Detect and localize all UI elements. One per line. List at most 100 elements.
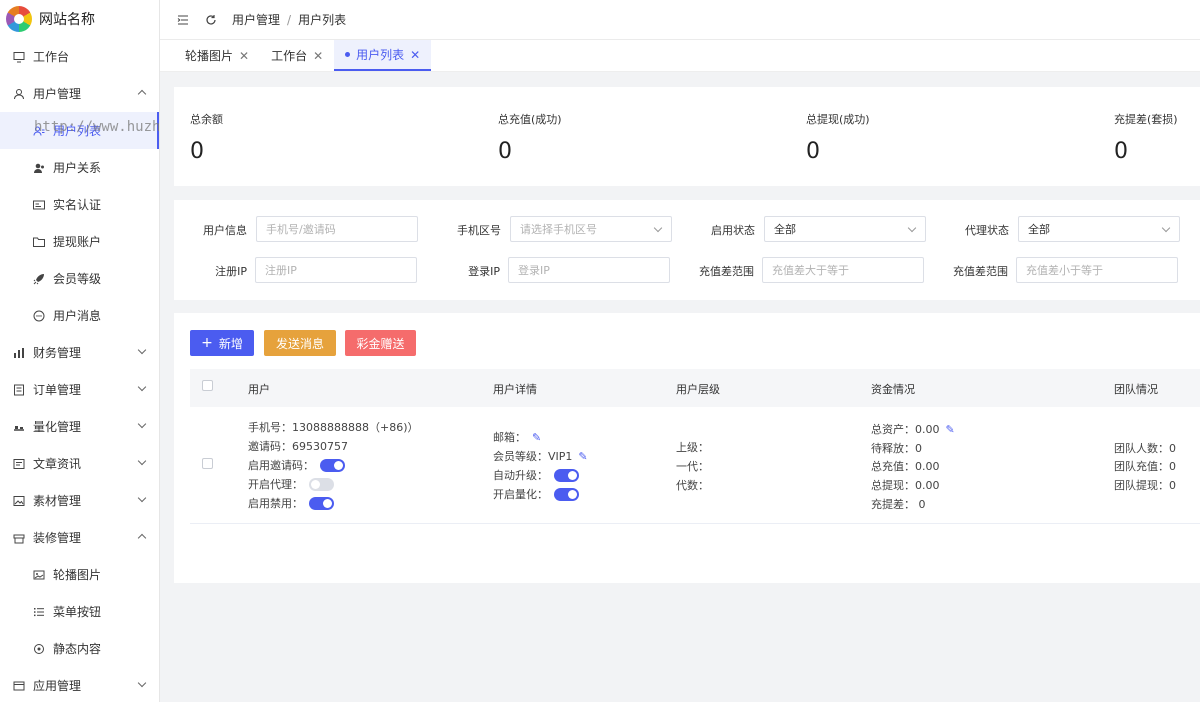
- team-recharge: 团队充值：0: [1114, 460, 1176, 473]
- login-ip-input[interactable]: [508, 257, 670, 283]
- stats-card: 总余额 0 总充值(成功) 0 总提现(成功) 0 充提差(套损) 0: [174, 87, 1200, 186]
- stat-value: 0: [806, 139, 820, 164]
- generation-count: 代数：: [676, 479, 709, 492]
- add-button[interactable]: + 新增: [190, 330, 254, 356]
- folder-icon: [32, 235, 46, 249]
- chevron-up-icon: [137, 89, 147, 99]
- sidebar-item-member-level[interactable]: 会员等级: [0, 260, 159, 297]
- gift-bonus-button[interactable]: 彩金赠送: [345, 330, 416, 356]
- sidebar-item-label: 工作台: [33, 50, 70, 64]
- invite-code-toggle-row: 启用邀请码：: [248, 457, 345, 473]
- sidebar-item-carousel[interactable]: 轮播图片: [0, 556, 159, 593]
- diff-max-input[interactable]: [1016, 257, 1178, 283]
- sidebar-item-label: 应用管理: [33, 679, 82, 693]
- rocket-icon: [32, 272, 46, 286]
- sidebar-item-orders[interactable]: 订单管理: [0, 371, 159, 408]
- breadcrumb-item[interactable]: 用户管理: [232, 11, 280, 28]
- sidebar-item-label: 装修管理: [33, 531, 82, 545]
- first-generation: 一代：: [676, 460, 709, 473]
- diff-max-field[interactable]: [1026, 263, 1168, 277]
- sidebar-item-articles[interactable]: 文章资讯: [0, 445, 159, 482]
- user-info-field[interactable]: [266, 222, 408, 236]
- edit-pencil-icon[interactable]: ✎: [946, 423, 955, 436]
- agent-status-select[interactable]: 全部: [1018, 216, 1180, 242]
- team-count: 团队人数：0: [1114, 442, 1176, 455]
- sidebar-item-decoration[interactable]: 装修管理: [0, 519, 159, 556]
- toggle-label: 开启代理：: [248, 478, 303, 491]
- agent-toggle[interactable]: [309, 477, 334, 491]
- user-info-input[interactable]: [256, 216, 418, 242]
- enable-toggle[interactable]: [309, 496, 334, 510]
- tab-user-list[interactable]: 用户列表 ✕: [334, 40, 432, 71]
- close-icon[interactable]: ✕: [410, 48, 420, 62]
- chevron-down-icon: [137, 456, 147, 466]
- stat-diff: 充提差(套损) 0: [1114, 111, 1178, 164]
- auto-upgrade-toggle[interactable]: [554, 468, 579, 482]
- sidebar-item-label: 会员等级: [53, 272, 102, 286]
- tab-label: 用户列表: [356, 48, 405, 62]
- sidebar-item-materials[interactable]: 素材管理: [0, 482, 159, 519]
- area-code-select[interactable]: 请选择手机区号: [510, 216, 672, 242]
- sidebar-item-apps[interactable]: 应用管理: [0, 667, 159, 702]
- sidebar-item-user-relation[interactable]: 用户关系: [0, 149, 159, 186]
- vip-level: 会员等级：VIP1: [493, 450, 573, 463]
- diff-min-field[interactable]: [772, 263, 914, 277]
- row-checkbox[interactable]: [202, 458, 213, 469]
- sidebar-item-menu-buttons[interactable]: 菜单按钮: [0, 593, 159, 630]
- collapse-menu-icon[interactable]: [176, 13, 190, 27]
- diff-min-input[interactable]: [762, 257, 924, 283]
- chevron-down-icon: [137, 493, 147, 503]
- vip-row: 会员等级：VIP1 ✎: [493, 448, 588, 464]
- article-icon: [12, 457, 26, 471]
- sidebar: 网站名称 工作台 用户管理 用户列表 用户关系 实名认证 提现账户 会员等级 用…: [0, 0, 160, 702]
- quant-icon: [12, 420, 26, 434]
- enable-status-select[interactable]: 全部: [764, 216, 926, 242]
- sidebar-item-real-name[interactable]: 实名认证: [0, 186, 159, 223]
- invite-code-toggle[interactable]: [320, 458, 345, 472]
- select-all-checkbox[interactable]: [202, 380, 213, 391]
- page-tabs: 轮播图片 ✕ 工作台 ✕ 用户列表 ✕: [160, 40, 1200, 72]
- app-icon: [12, 679, 26, 693]
- recharge-withdraw-diff: 充提差： 0: [871, 498, 926, 511]
- user-phone: 手机号：13088888888（+86)）: [248, 421, 419, 434]
- register-ip-field[interactable]: [265, 263, 407, 277]
- brand-logo[interactable]: 网站名称: [0, 0, 159, 38]
- sidebar-item-user-message[interactable]: 用户消息: [0, 297, 159, 334]
- login-ip-field[interactable]: [518, 263, 660, 277]
- relation-icon: [32, 161, 46, 175]
- table-card: + 新增 发送消息 彩金赠送 用户 用户详情 用户层级 资金情况 团队情况 手机…: [174, 313, 1200, 583]
- stat-value: 0: [498, 139, 512, 164]
- sidebar-item-workbench[interactable]: 工作台: [0, 38, 159, 75]
- send-message-button[interactable]: 发送消息: [264, 330, 336, 356]
- sidebar-item-withdraw-account[interactable]: 提现账户: [0, 223, 159, 260]
- total-assets: 总资产：0.00: [871, 423, 940, 436]
- refresh-icon[interactable]: [204, 13, 218, 27]
- sidebar-item-user-list[interactable]: 用户列表: [0, 112, 159, 149]
- sidebar-item-static-content[interactable]: 静态内容: [0, 630, 159, 667]
- edit-pencil-icon[interactable]: ✎: [532, 431, 541, 444]
- column-header: 用户: [248, 383, 270, 396]
- id-card-icon: [32, 198, 46, 212]
- tab-workbench[interactable]: 工作台 ✕: [260, 40, 334, 71]
- circle-icon: [32, 642, 46, 656]
- quant-toggle[interactable]: [554, 487, 579, 501]
- register-ip-input[interactable]: [255, 257, 417, 283]
- select-value: 全部: [774, 223, 796, 236]
- chevron-down-icon: [137, 382, 147, 392]
- stat-label: 充提差(套损): [1114, 113, 1178, 126]
- toggle-label: 开启量化：: [493, 488, 548, 501]
- chevron-down-icon: [653, 223, 663, 233]
- close-icon[interactable]: ✕: [239, 49, 249, 63]
- sidebar-item-quant[interactable]: 量化管理: [0, 408, 159, 445]
- sidebar-item-finance[interactable]: 财务管理: [0, 334, 159, 371]
- filter-label: 注册IP: [215, 265, 247, 278]
- edit-pencil-icon[interactable]: ✎: [578, 450, 587, 463]
- close-icon[interactable]: ✕: [313, 49, 323, 63]
- sidebar-item-label: 用户关系: [53, 161, 102, 175]
- toggle-label: 启用禁用：: [248, 497, 303, 510]
- tab-carousel[interactable]: 轮播图片 ✕: [174, 40, 260, 71]
- total-recharge: 总充值：0.00: [871, 460, 940, 473]
- stat-label: 总余额: [190, 113, 223, 126]
- sidebar-item-user-management[interactable]: 用户管理: [0, 75, 159, 112]
- sidebar-item-label: 订单管理: [33, 383, 82, 397]
